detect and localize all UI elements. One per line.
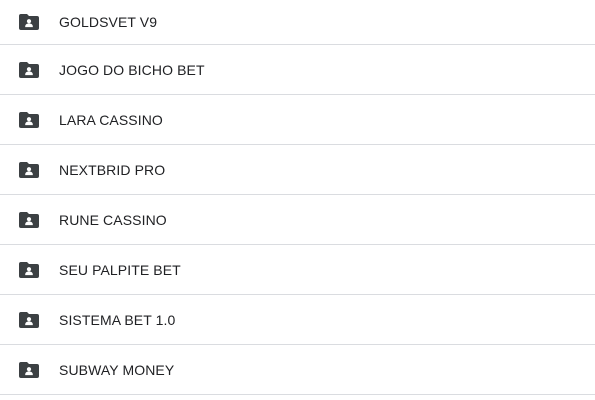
shared-folder-icon	[19, 211, 39, 228]
shared-folder-icon	[19, 161, 39, 178]
folder-label: SISTEMA BET 1.0	[59, 311, 176, 328]
folder-label: RUNE CASSINO	[59, 211, 167, 228]
folder-row-rune-cassino[interactable]: RUNE CASSINO	[0, 195, 595, 245]
folder-list: GOLDSVET V9 JOGO DO BICHO BET LARA CASSI…	[0, 0, 595, 400]
folder-row-jogo-do-bicho-bet[interactable]: JOGO DO BICHO BET	[0, 45, 595, 95]
folder-row-lara-cassino[interactable]: LARA CASSINO	[0, 95, 595, 145]
folder-label: SEU PALPITE BET	[59, 261, 181, 278]
folder-label: SUBWAY MONEY	[59, 361, 175, 378]
folder-row-subway-money[interactable]: SUBWAY MONEY	[0, 345, 595, 395]
folder-label: NEXTBRID PRO	[59, 161, 166, 178]
shared-folder-icon	[19, 261, 39, 278]
folder-label: GOLDSVET V9	[59, 14, 158, 30]
folder-row-goldsvet-v9[interactable]: GOLDSVET V9	[0, 0, 595, 45]
shared-folder-icon	[19, 14, 39, 30]
shared-folder-icon	[19, 61, 39, 78]
folder-label: JOGO DO BICHO BET	[59, 61, 205, 78]
folder-row-nextbrid-pro[interactable]: NEXTBRID PRO	[0, 145, 595, 195]
folder-row-seu-palpite-bet[interactable]: SEU PALPITE BET	[0, 245, 595, 295]
shared-folder-icon	[19, 111, 39, 128]
shared-folder-icon	[19, 311, 39, 328]
folder-row-sistema-bet-1-0[interactable]: SISTEMA BET 1.0	[0, 295, 595, 345]
shared-folder-icon	[19, 361, 39, 378]
folder-label: LARA CASSINO	[59, 111, 163, 128]
